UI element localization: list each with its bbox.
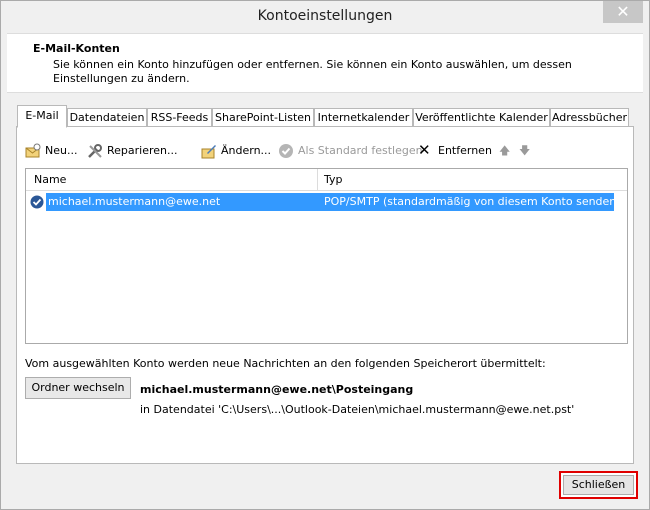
tab-sharepoint-lists[interactable]: SharePoint-Listen (212, 108, 314, 127)
edit-account-icon (201, 145, 216, 159)
repair-tools-icon (88, 144, 102, 158)
arrow-down-icon: 🡇 (519, 144, 531, 157)
window-title: Kontoeinstellungen (257, 8, 393, 24)
checkmark-circle-icon (279, 144, 293, 158)
delivery-folder-path: michael.mustermann@ewe.net\Posteingang (140, 383, 414, 396)
close-button[interactable]: Schließen (563, 475, 634, 495)
column-header-type[interactable]: Typ (324, 173, 343, 186)
set-default-button[interactable]: Als Standard festlegen (278, 141, 423, 161)
account-list[interactable]: Name Typ michael.mustermann@ewe.net POP/… (25, 168, 628, 344)
new-mail-account-icon (25, 143, 41, 158)
close-button-highlight: Schließen (559, 471, 638, 499)
header-panel: E-Mail-Konten Sie können ein Konto hinzu… (7, 33, 643, 93)
account-settings-dialog: Kontoeinstellungen ✕ E-Mail-Konten Sie k… (0, 0, 650, 510)
column-separator (317, 169, 318, 191)
new-account-label: Neu... (45, 144, 78, 157)
move-up-button[interactable]: 🡅 (499, 141, 515, 161)
delivery-location-info: Vom ausgewählten Konto werden neue Nachr… (25, 357, 546, 370)
move-down-button[interactable]: 🡇 (519, 141, 535, 161)
tab-address-books[interactable]: Adressbücher (550, 108, 629, 127)
repair-account-button[interactable]: Reparieren... (87, 141, 193, 161)
default-account-check-icon (30, 195, 44, 209)
arrow-up-icon: 🡅 (499, 144, 511, 157)
change-account-label: Ändern... (221, 144, 272, 157)
title-bar: Kontoeinstellungen ✕ (1, 1, 649, 33)
list-header: Name Typ (26, 169, 627, 191)
tab-rss-feeds[interactable]: RSS-Feeds (147, 108, 212, 127)
email-tab-panel: Neu... Reparieren... Ändern... Als Stand… (16, 126, 634, 464)
remove-account-label: Entfernen (438, 144, 492, 157)
header-title: E-Mail-Konten (33, 42, 120, 55)
window-close-button[interactable]: ✕ (603, 1, 643, 23)
set-default-label: Als Standard festlegen (298, 144, 423, 157)
tab-data-files[interactable]: Datendateien (67, 108, 147, 127)
account-type-cell: POP/SMTP (standardmäßig von diesem Konto… (324, 195, 621, 208)
account-name-cell: michael.mustermann@ewe.net (48, 195, 221, 208)
tab-internet-calendars[interactable]: Internetkalender (314, 108, 413, 127)
data-file-path: in Datendatei 'C:\Users\...\Outlook-Date… (140, 403, 575, 416)
new-account-button[interactable]: Neu... (25, 141, 81, 161)
repair-account-label: Reparieren... (107, 144, 178, 157)
change-account-button[interactable]: Ändern... (201, 141, 271, 161)
tab-email[interactable]: E-Mail (17, 105, 67, 128)
account-row[interactable]: michael.mustermann@ewe.net POP/SMTP (sta… (26, 193, 621, 211)
column-header-name[interactable]: Name (34, 173, 66, 186)
tab-published-calendars[interactable]: Veröffentlichte Kalender (413, 108, 550, 127)
change-folder-button[interactable]: Ordner wechseln (25, 377, 131, 399)
remove-account-button[interactable]: ✕ Entfernen (418, 141, 492, 161)
header-description: Sie können ein Konto hinzufügen oder ent… (53, 58, 572, 85)
remove-x-icon: ✕ (418, 141, 431, 159)
